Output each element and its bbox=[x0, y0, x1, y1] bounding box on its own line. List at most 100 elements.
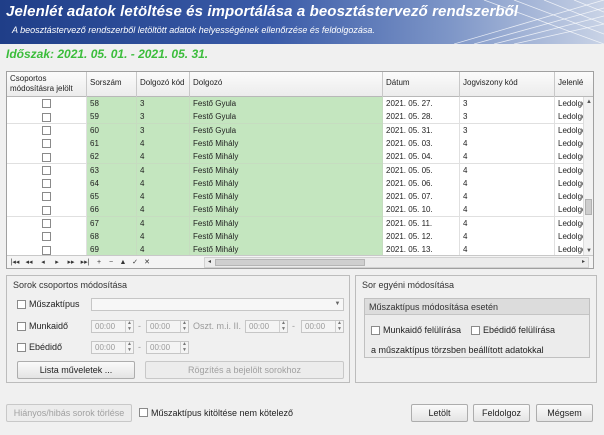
spin-updown-icon[interactable]: ▲ ▼ bbox=[180, 320, 188, 332]
row-select-checkbox[interactable] bbox=[42, 152, 51, 162]
scroll-up-icon[interactable]: ▲ bbox=[584, 97, 593, 107]
row-select-checkbox[interactable] bbox=[42, 139, 51, 149]
cell-jelenlet[interactable]: Ledolgo bbox=[555, 97, 585, 111]
row-select-checkbox[interactable] bbox=[42, 245, 51, 255]
cell-dolgozo-kod[interactable]: 3 bbox=[137, 110, 190, 125]
row-select-checkbox[interactable] bbox=[42, 232, 51, 242]
table-row[interactable]: 59 3 Festő Gyula 2021. 05. 28. 3 Ledolgo bbox=[7, 110, 585, 125]
horizontal-scrollbar[interactable]: ◂ ▸ bbox=[204, 257, 589, 268]
cell-jelolt[interactable] bbox=[7, 97, 87, 111]
cell-jelolt[interactable] bbox=[7, 190, 87, 205]
oszt-from-input[interactable]: 00:00 ▲ ▼ bbox=[245, 320, 288, 333]
nav-prev-icon[interactable]: ◂ bbox=[37, 257, 49, 268]
cell-dolgozo[interactable]: Festő Mihály bbox=[190, 163, 383, 178]
cell-datum[interactable]: 2021. 05. 12. bbox=[383, 230, 460, 244]
munkaido-from-input[interactable]: 00:00 ▲ ▼ bbox=[91, 320, 134, 333]
feldolgoz-button[interactable]: Feldolgoz bbox=[473, 404, 530, 422]
row-select-checkbox[interactable] bbox=[42, 112, 51, 122]
cell-datum[interactable]: 2021. 05. 04. bbox=[383, 150, 460, 165]
cell-sorszam[interactable]: 61 bbox=[87, 136, 137, 151]
nav-cancel-icon[interactable]: ✕ bbox=[141, 257, 153, 268]
table-row[interactable]: 58 3 Festő Gyula 2021. 05. 27. 3 Ledolgo bbox=[7, 97, 585, 111]
cell-jelenlet[interactable]: Ledolgo bbox=[555, 230, 585, 244]
spin-updown-icon[interactable]: ▲ ▼ bbox=[279, 320, 287, 332]
cell-dolgozo-kod[interactable]: 4 bbox=[137, 203, 190, 218]
torles-button[interactable]: Hiányos/hibás sorok törlése bbox=[6, 404, 132, 422]
cell-jelenlet[interactable]: Ledolgo bbox=[555, 150, 585, 165]
cell-dolgozo[interactable]: Festő Mihály bbox=[190, 203, 383, 218]
spin-updown-icon[interactable]: ▲ ▼ bbox=[180, 341, 188, 353]
cell-dolgozo-kod[interactable]: 3 bbox=[137, 97, 190, 111]
nav-last-icon[interactable]: ▸▸| bbox=[79, 257, 91, 268]
megsem-button[interactable]: Mégsem bbox=[536, 404, 593, 422]
cell-sorszam[interactable]: 60 bbox=[87, 123, 137, 138]
munkaido-checkbox[interactable] bbox=[17, 322, 26, 331]
cell-dolgozo[interactable]: Festő Gyula bbox=[190, 110, 383, 125]
cell-sorszam[interactable]: 63 bbox=[87, 163, 137, 178]
cell-dolgozo-kod[interactable]: 4 bbox=[137, 150, 190, 165]
cell-datum[interactable]: 2021. 05. 31. bbox=[383, 123, 460, 138]
spin-updown-icon[interactable]: ▲ ▼ bbox=[335, 320, 343, 332]
nav-add-icon[interactable]: + bbox=[93, 257, 105, 268]
table-row[interactable]: 62 4 Festő Mihály 2021. 05. 04. 4 Ledolgo bbox=[7, 150, 585, 165]
cell-dolgozo[interactable]: Festő Gyula bbox=[190, 123, 383, 138]
column-header-jelolt[interactable]: Csoportos módosításra jelölt bbox=[7, 72, 87, 97]
cell-jogviszony[interactable]: 3 bbox=[460, 123, 555, 138]
column-header-jelenlet[interactable]: Jelenlé bbox=[555, 72, 593, 97]
cell-jogviszony[interactable]: 4 bbox=[460, 150, 555, 165]
cell-sorszam[interactable]: 65 bbox=[87, 190, 137, 205]
cell-datum[interactable]: 2021. 05. 28. bbox=[383, 110, 460, 125]
cell-jogviszony[interactable]: 4 bbox=[460, 176, 555, 191]
cell-jelenlet[interactable]: Ledolgo bbox=[555, 136, 585, 151]
column-header-jogviszony[interactable]: Jogviszony kód bbox=[460, 72, 555, 97]
cell-jelenlet[interactable]: Ledolgo bbox=[555, 110, 585, 125]
cell-jelenlet[interactable]: Ledolgo bbox=[555, 163, 585, 178]
cell-dolgozo-kod[interactable]: 4 bbox=[137, 216, 190, 231]
lista-muveletek-button[interactable]: Lista műveletek ... bbox=[17, 361, 135, 379]
cell-sorszam[interactable]: 64 bbox=[87, 176, 137, 191]
cell-jogviszony[interactable]: 4 bbox=[460, 163, 555, 178]
cell-sorszam[interactable]: 62 bbox=[87, 150, 137, 165]
cell-datum[interactable]: 2021. 05. 07. bbox=[383, 190, 460, 205]
cell-jogviszony[interactable]: 4 bbox=[460, 230, 555, 244]
cell-dolgozo-kod[interactable]: 4 bbox=[137, 176, 190, 191]
cell-jelolt[interactable] bbox=[7, 230, 87, 244]
table-row[interactable]: 64 4 Festő Mihály 2021. 05. 06. 4 Ledolgo bbox=[7, 176, 585, 191]
munkaido-to-input[interactable]: 00:00 ▲ ▼ bbox=[146, 320, 189, 333]
cell-jelolt[interactable] bbox=[7, 216, 87, 231]
cell-dolgozo[interactable]: Festő Mihály bbox=[190, 216, 383, 231]
cell-dolgozo[interactable]: Festő Mihály bbox=[190, 230, 383, 244]
muszaktipus-checkbox[interactable] bbox=[17, 300, 26, 309]
scroll-thumb[interactable] bbox=[585, 199, 592, 215]
cell-dolgozo-kod[interactable]: 4 bbox=[137, 163, 190, 178]
table-row[interactable]: 68 4 Festő Mihály 2021. 05. 12. 4 Ledolgo bbox=[7, 230, 585, 244]
cell-datum[interactable]: 2021. 05. 11. bbox=[383, 216, 460, 231]
nav-first-icon[interactable]: |◂◂ bbox=[9, 257, 21, 268]
rogzites-button[interactable]: Rögzítés a bejelölt sorokhoz bbox=[145, 361, 344, 379]
column-header-dolgozo[interactable]: Dolgozó bbox=[190, 72, 383, 97]
cell-jelolt[interactable] bbox=[7, 176, 87, 191]
cell-jelolt[interactable] bbox=[7, 110, 87, 125]
row-select-checkbox[interactable] bbox=[42, 192, 51, 202]
cell-dolgozo[interactable]: Festő Gyula bbox=[190, 97, 383, 111]
cell-jelenlet[interactable]: Ledolgo bbox=[555, 216, 585, 231]
cell-datum[interactable]: 2021. 05. 27. bbox=[383, 97, 460, 111]
scroll-left-icon[interactable]: ◂ bbox=[205, 258, 214, 267]
cell-dolgozo-kod[interactable]: 4 bbox=[137, 230, 190, 244]
cell-jogviszony[interactable]: 4 bbox=[460, 136, 555, 151]
cell-jelolt[interactable] bbox=[7, 136, 87, 151]
letolt-button[interactable]: Letölt bbox=[411, 404, 468, 422]
cell-jogviszony[interactable]: 4 bbox=[460, 216, 555, 231]
nem-kotelezo-checkbox[interactable] bbox=[139, 408, 148, 417]
cell-jogviszony[interactable]: 4 bbox=[460, 203, 555, 218]
column-header-dolgozo-kod[interactable]: Dolgozó kód bbox=[137, 72, 190, 97]
spin-updown-icon[interactable]: ▲ ▼ bbox=[125, 320, 133, 332]
cell-jogviszony[interactable]: 3 bbox=[460, 110, 555, 125]
munkaido-felulirasa-checkbox[interactable] bbox=[371, 326, 380, 335]
row-select-checkbox[interactable] bbox=[42, 179, 51, 189]
cell-jelenlet[interactable]: Ledolgo bbox=[555, 190, 585, 205]
cell-jelolt[interactable] bbox=[7, 150, 87, 165]
cell-sorszam[interactable]: 68 bbox=[87, 230, 137, 244]
spin-updown-icon[interactable]: ▲ ▼ bbox=[125, 341, 133, 353]
cell-jogviszony[interactable]: 3 bbox=[460, 97, 555, 111]
